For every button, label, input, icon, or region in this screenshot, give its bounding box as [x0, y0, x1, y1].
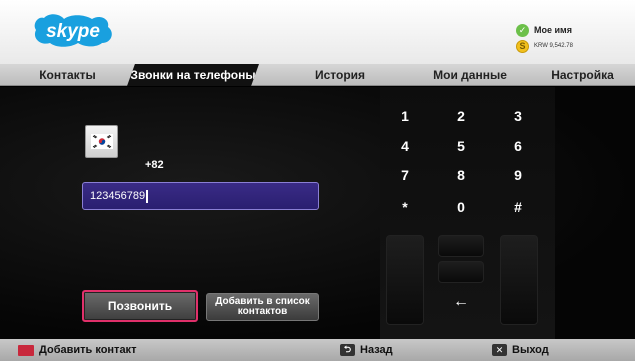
key-6[interactable]: 6	[493, 134, 543, 158]
skype-credit-icon: S	[516, 39, 529, 53]
footer-exit-label: Выход	[512, 344, 549, 356]
key-5[interactable]: 5	[436, 134, 486, 158]
footer-exit[interactable]: ✕ Выход	[492, 339, 549, 361]
user-status: ✓ Мое имя S KRW 9,542.78	[516, 22, 573, 54]
footer-add-contact[interactable]: Добавить контакт	[18, 339, 136, 361]
key-star[interactable]: *	[380, 195, 430, 219]
keypad-mid-slot	[438, 261, 484, 283]
skype-logo: skype	[34, 14, 112, 47]
key-7[interactable]: 7	[380, 163, 430, 187]
back-arrow-icon: ⮌	[340, 344, 355, 356]
key-1[interactable]: 1	[380, 104, 430, 128]
key-2[interactable]: 2	[436, 104, 486, 128]
main-panel: +82 123456789 Позвонить Добавить в списо…	[0, 87, 635, 339]
text-caret	[146, 189, 149, 203]
south-korea-flag-icon	[90, 134, 113, 149]
close-icon: ✕	[492, 344, 507, 356]
key-0[interactable]: 0	[436, 195, 486, 219]
tab-bar: Контакты Звонки на телефоны История Мои …	[0, 64, 635, 86]
red-button-icon	[18, 344, 34, 356]
tab-phone-calls[interactable]: Звонки на телефоны	[127, 64, 259, 86]
footer-back-label: Назад	[360, 344, 393, 356]
footer-add-contact-label: Добавить контакт	[39, 344, 137, 356]
country-code: +82	[145, 159, 164, 171]
tab-contacts[interactable]: Контакты	[20, 64, 115, 86]
key-9[interactable]: 9	[493, 163, 543, 187]
key-hash[interactable]: #	[493, 195, 543, 219]
footer-bar: Добавить контакт ⮌ Назад ✕ Выход	[0, 339, 635, 361]
header: skype ✓ Мое имя S KRW 9,542.78	[0, 0, 635, 64]
key-8[interactable]: 8	[436, 163, 486, 187]
user-name: Мое имя	[534, 25, 572, 35]
online-status-icon: ✓	[516, 23, 529, 37]
keypad-left-slot	[386, 235, 424, 325]
key-4[interactable]: 4	[380, 134, 430, 158]
tab-history[interactable]: История	[300, 64, 380, 86]
tab-my-data[interactable]: Мои данные	[415, 64, 525, 86]
keypad-top-slot	[438, 235, 484, 257]
key-3[interactable]: 3	[493, 104, 543, 128]
backspace-key[interactable]: ←	[436, 287, 486, 317]
phone-number-value: 123456789	[90, 190, 146, 202]
dial-keypad: 1 2 3 4 5 6 7 8 9 * 0 # ←	[380, 87, 555, 339]
phone-number-field[interactable]: 123456789	[82, 182, 319, 210]
footer-back[interactable]: ⮌ Назад	[340, 339, 393, 361]
add-to-contacts-button[interactable]: Добавить в список контактов	[206, 293, 319, 321]
svg-text:skype: skype	[46, 21, 100, 42]
country-selector[interactable]	[85, 125, 118, 158]
call-button[interactable]: Позвонить	[82, 290, 198, 322]
keypad-right-slot	[500, 235, 538, 325]
tab-settings[interactable]: Настройка	[535, 64, 630, 86]
account-balance: KRW 9,542.78	[534, 43, 573, 49]
